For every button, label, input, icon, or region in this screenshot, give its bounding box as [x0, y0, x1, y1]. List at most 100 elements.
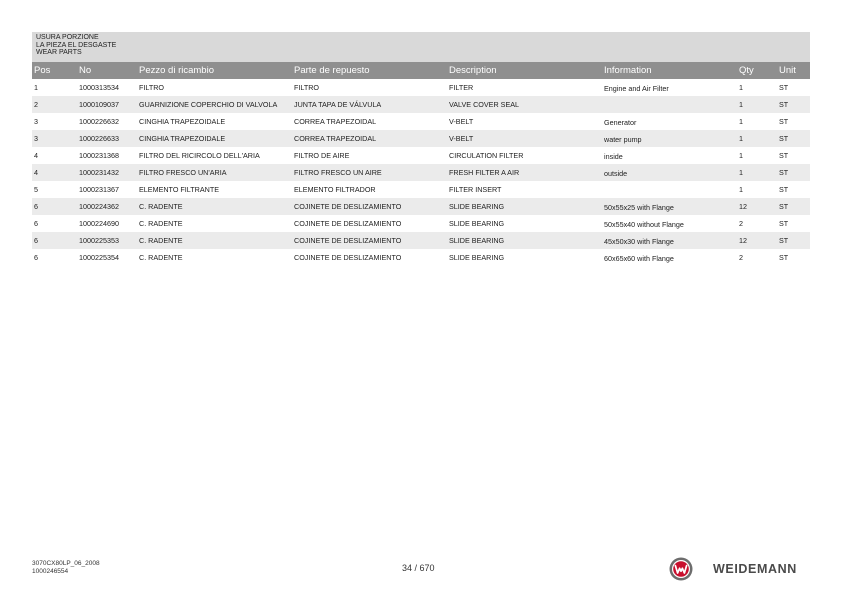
cell-no: 1000226633 — [77, 130, 137, 147]
table-row: 5 1000231367 ELEMENTO FILTRANTE ELEMENTO FI… — [32, 181, 810, 198]
cell-parte: CORREA TRAPEZOIDAL — [294, 117, 377, 126]
section-title-en: WEAR PARTS — [36, 49, 82, 57]
cell-qty: 1 — [737, 96, 777, 113]
cell-pezzo: FILTRO — [139, 83, 165, 92]
cell-description: VALVE COVER SEAL — [447, 96, 602, 113]
cell-unit: ST — [777, 164, 810, 181]
cell-qty: 1 — [739, 185, 743, 194]
cell-parte: COJINETE DE DESLIZAMIENTO — [292, 232, 447, 249]
page-number: 34 / 670 — [402, 563, 435, 573]
cell-unit: ST — [779, 185, 789, 194]
cell-no: 1000224362 — [77, 198, 137, 215]
cell-no: 1000224690 — [79, 219, 119, 228]
cell-unit: ST — [779, 219, 789, 228]
brand-block: WEIDEMANN — [669, 556, 797, 582]
column-header-parte: Parte de repuesto — [292, 62, 447, 79]
cell-pezzo: C. RADENTE — [139, 219, 183, 228]
cell-description: SLIDE BEARING — [447, 198, 602, 215]
cell-pos: 3 — [32, 130, 77, 147]
section-title-block: USURA PORZIONE LA PIEZA EL DESGASTE WEAR… — [32, 32, 810, 62]
cell-information: 50x55x40 without Flange — [604, 220, 684, 229]
cell-qty: 2 — [739, 253, 743, 262]
table-row: 1 1000313534 FILTRO FILTRO FILTER Engine and … — [32, 79, 810, 96]
cell-qty: 1 — [739, 83, 743, 92]
cell-description: FILTER — [449, 83, 474, 92]
cell-qty: 1 — [737, 164, 777, 181]
cell-pos: 4 — [34, 151, 38, 160]
column-header-pos: Pos — [32, 62, 77, 79]
cell-unit: ST — [777, 198, 810, 215]
table-row: 3 1000226632 CINGHIA TRAPEZOIDALE CORREA TR… — [32, 113, 810, 130]
cell-information: water pump — [602, 130, 737, 147]
cell-information: Engine and Air Filter — [604, 84, 669, 93]
cell-parte: ELEMENTO FILTRADOR — [294, 185, 376, 194]
cell-no: 1000313534 — [79, 83, 119, 92]
catalog-page: USURA PORZIONE LA PIEZA EL DESGASTE WEAR… — [0, 0, 842, 595]
cell-parte: JUNTA TAPA DE VÁLVULA — [292, 96, 447, 113]
cell-no: 1000231432 — [77, 164, 137, 181]
cell-qty: 12 — [737, 198, 777, 215]
cell-qty: 1 — [737, 130, 777, 147]
cell-parte: FILTRO FRESCO UN AIRE — [292, 164, 447, 181]
cell-parte: COJINETE DE DESLIZAMIENTO — [294, 253, 402, 262]
cell-unit: ST — [779, 253, 789, 262]
cell-unit: ST — [777, 130, 810, 147]
cell-description: SLIDE BEARING — [449, 253, 505, 262]
cell-parte: FILTRO DE AIRE — [294, 151, 350, 160]
cell-information: 60x65x60 with Flange — [604, 254, 674, 263]
cell-no: 1000231367 — [79, 185, 119, 194]
cell-no: 1000109037 — [77, 96, 137, 113]
cell-pezzo: C. RADENTE — [139, 253, 183, 262]
brand-name: WEIDEMANN — [713, 562, 797, 576]
cell-no: 1000226632 — [79, 117, 119, 126]
cell-parte: COJINETE DE DESLIZAMIENTO — [294, 219, 402, 228]
column-header-pezzo: Pezzo di ricambio — [137, 62, 292, 79]
cell-qty: 1 — [739, 117, 743, 126]
table-row: 6 1000224690 C. RADENTE COJINETE DE DESLIZA… — [32, 215, 810, 232]
column-header-no: No — [77, 62, 137, 79]
cell-information — [602, 96, 737, 113]
cell-description: V-BELT — [449, 117, 474, 126]
cell-description: SLIDE BEARING — [449, 219, 505, 228]
cell-parte: COJINETE DE DESLIZAMIENTO — [292, 198, 447, 215]
cell-pos: 5 — [34, 185, 38, 194]
cell-pezzo: FILTRO FRESCO UN'ARIA — [137, 164, 292, 181]
document-reference: 3070CX80LP_06_2008 1000246554 — [32, 560, 100, 575]
cell-unit: ST — [779, 151, 789, 160]
table-row: 2 1000109037 GUARNIZIONE COPERCHIO DI VALV… — [32, 96, 810, 113]
document-code: 3070CX80LP_06_2008 — [32, 560, 100, 567]
cell-description: FILTER INSERT — [449, 185, 502, 194]
column-header-description: Description — [447, 62, 602, 79]
cell-pezzo: GUARNIZIONE COPERCHIO DI VALVOLA — [137, 96, 292, 113]
cell-pezzo: ELEMENTO FILTRANTE — [139, 185, 220, 194]
cell-pezzo: CINGHIA TRAPEZOIDALE — [139, 117, 226, 126]
column-header-information: Information — [602, 62, 737, 79]
table-row: 4 1000231432 FILTRO FRESCO UN'ARIA FILTRO F… — [32, 164, 810, 181]
table-header-row: Pos No Pezzo di ricambio Parte de repues… — [32, 62, 810, 79]
cell-qty: 2 — [739, 219, 743, 228]
table-row: 6 1000225354 C. RADENTE COJINETE DE DESLIZA… — [32, 249, 810, 266]
section-title-es: LA PIEZA EL DESGASTE — [36, 41, 117, 49]
cell-qty: 1 — [739, 151, 743, 160]
cell-unit: ST — [779, 83, 789, 92]
cell-qty: 12 — [737, 232, 777, 249]
cell-pos: 6 — [32, 232, 77, 249]
column-header-qty: Qty — [737, 62, 777, 79]
cell-description: V-BELT — [447, 130, 602, 147]
cell-information: outside — [602, 164, 737, 181]
table-row: 3 1000226633 CINGHIA TRAPEZOIDALE CORREA TR… — [32, 130, 810, 147]
cell-pos: 6 — [34, 219, 38, 228]
cell-pezzo: CINGHIA TRAPEZOIDALE — [137, 130, 292, 147]
cell-information: inside — [604, 152, 623, 161]
cell-no: 1000231368 — [79, 151, 119, 160]
section-title-it: USURA PORZIONE — [36, 34, 99, 41]
cell-pos: 2 — [32, 96, 77, 113]
cell-unit: ST — [777, 232, 810, 249]
cell-pezzo: C. RADENTE — [137, 198, 292, 215]
cell-pos: 1 — [34, 83, 38, 92]
cell-unit: ST — [777, 96, 810, 113]
cell-pos: 3 — [34, 117, 38, 126]
cell-parte: FILTRO — [294, 83, 320, 92]
cell-pezzo: C. RADENTE — [137, 232, 292, 249]
cell-description: FRESH FILTER A AIR — [447, 164, 602, 181]
